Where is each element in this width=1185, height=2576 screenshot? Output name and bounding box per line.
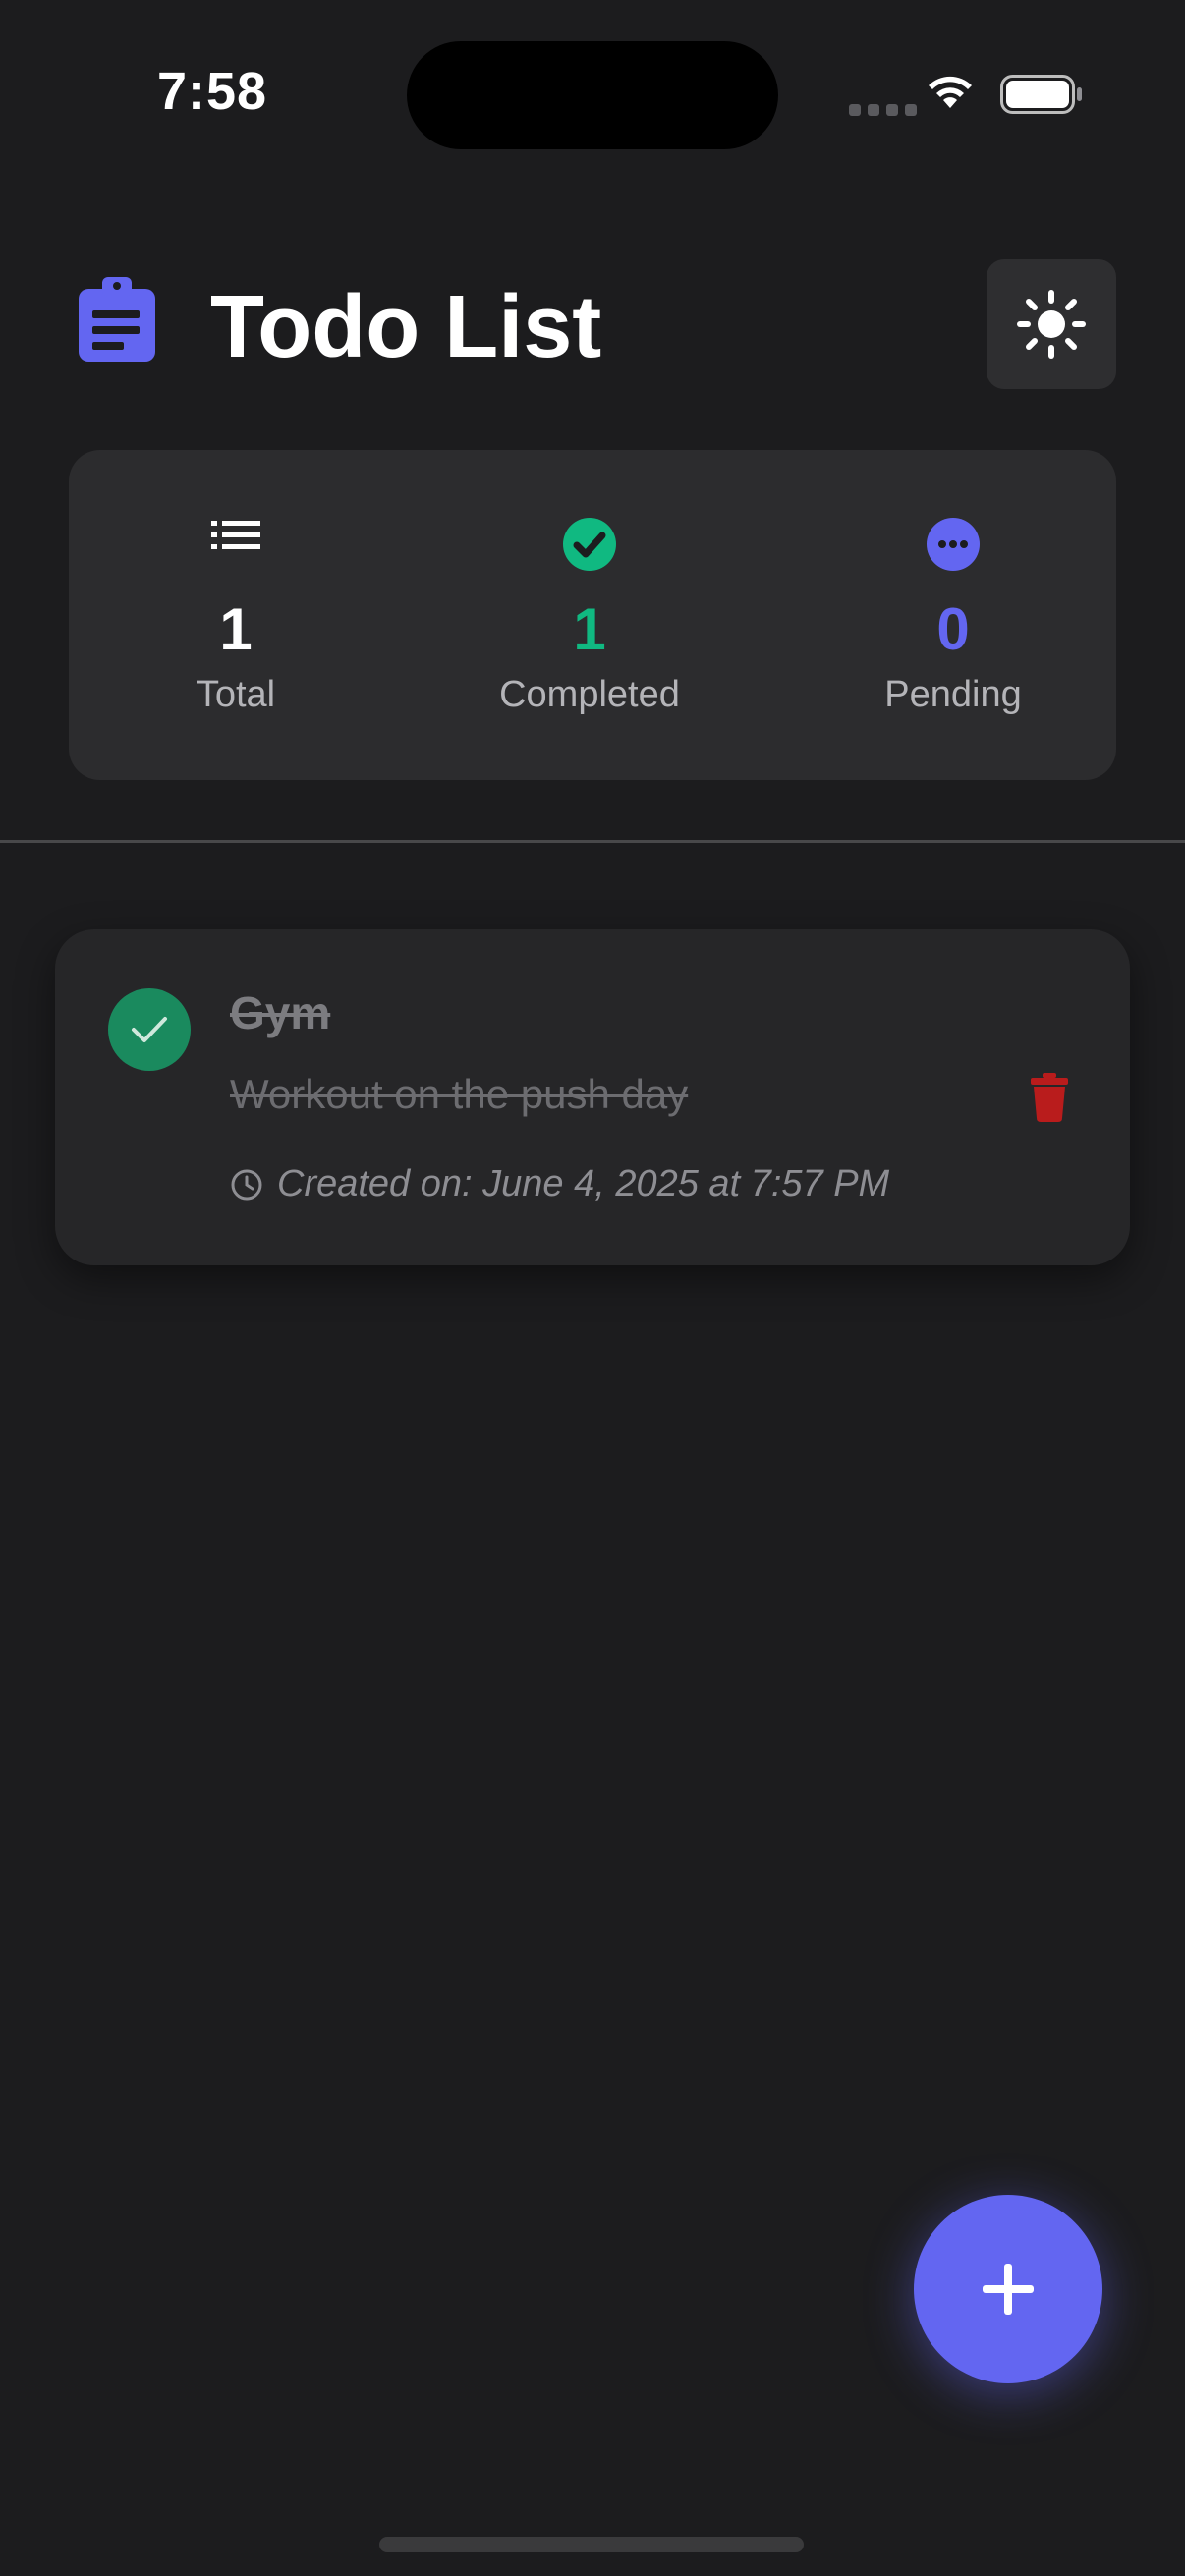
status-time: 7:58 (157, 62, 268, 121)
clock-icon (231, 1169, 262, 1200)
app-header: Todo List (0, 246, 1185, 403)
trash-icon (1031, 1073, 1068, 1122)
home-indicator[interactable] (379, 2537, 804, 2552)
todo-created-text: Created on: June 4, 2025 at 7:57 PM (277, 1163, 890, 1204)
clipboard-icon (79, 277, 155, 362)
wifi-icon (929, 76, 972, 108)
stat-total-value: 1 (219, 596, 253, 662)
stats-card: 1 Total 1 Completed 0 Pending (69, 450, 1116, 780)
check-icon (132, 1017, 167, 1042)
todo-item[interactable]: Gym Workout on the push day Created on: … (55, 929, 1130, 1265)
todo-created: Created on: June 4, 2025 at 7:57 PM (230, 1163, 889, 1205)
check-circle-icon (563, 518, 616, 571)
stat-total-label: Total (196, 674, 276, 715)
sun-icon (1017, 290, 1086, 359)
stat-pending-value: 0 (936, 596, 970, 662)
divider (0, 840, 1185, 843)
theme-toggle-button[interactable] (987, 259, 1116, 389)
signal-icon (849, 104, 917, 116)
ellipsis-circle-icon (927, 518, 980, 571)
battery-icon (1000, 75, 1082, 114)
page-title: Todo List (210, 278, 602, 376)
delete-button[interactable] (1022, 1067, 1077, 1128)
stat-total: 1 Total (108, 450, 364, 780)
stat-completed-label: Completed (499, 674, 680, 715)
status-bar: 7:58 (0, 0, 1185, 196)
stat-pending: 0 Pending (825, 450, 1081, 780)
todo-description: Workout on the push day (230, 1071, 689, 1117)
stat-pending-label: Pending (884, 674, 1022, 715)
stat-completed: 1 Completed (442, 450, 737, 780)
dynamic-island (407, 41, 778, 149)
todo-title: Gym (230, 987, 331, 1038)
add-todo-button[interactable] (914, 2195, 1102, 2383)
stat-completed-value: 1 (573, 596, 606, 662)
list-icon (211, 521, 260, 549)
todo-complete-toggle[interactable] (108, 988, 191, 1071)
plus-icon (983, 2264, 1034, 2315)
